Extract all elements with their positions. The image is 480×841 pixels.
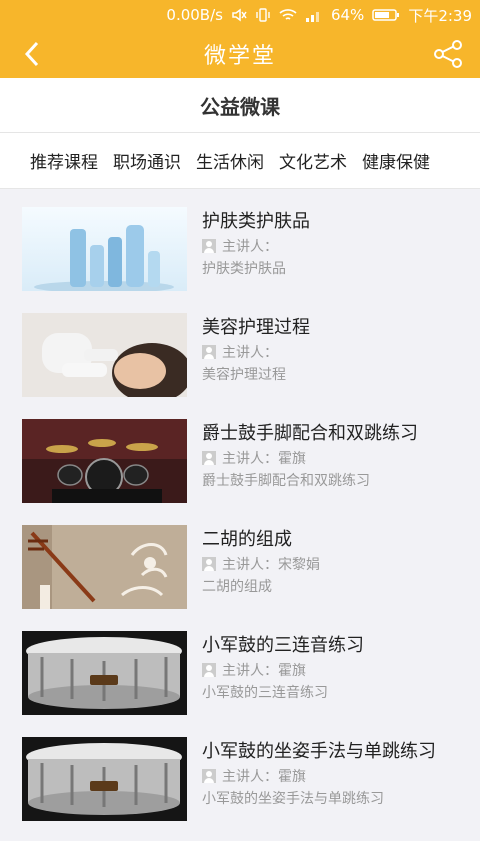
course-description: 美容护理过程 (202, 367, 286, 383)
speaker-name: 霍旗 (278, 769, 306, 785)
list-item[interactable]: 小军鼓的坐姿手法与单跳练习 主讲人： 霍旗 小军鼓的坐姿手法与单跳练习 (0, 737, 480, 841)
clock: 下午2:39 (408, 6, 472, 25)
share-icon[interactable] (428, 34, 468, 74)
vibrate-icon (255, 8, 271, 22)
chevron-left-icon[interactable] (12, 34, 52, 74)
course-info: 护肤类护肤品 主讲人： 护肤类护肤品 (202, 207, 310, 311)
course-title: 美容护理过程 (202, 317, 310, 338)
course-title: 护肤类护肤品 (202, 211, 310, 232)
course-title: 爵士鼓手脚配合和双跳练习 (202, 423, 418, 444)
course-title: 小军鼓的三连音练习 (202, 635, 364, 656)
course-speaker: 主讲人： 霍旗 (202, 448, 418, 468)
app-bar: 微学堂 (0, 30, 480, 78)
list-item[interactable]: 美容护理过程 主讲人： 美容护理过程 (0, 313, 480, 417)
course-description: 小军鼓的坐姿手法与单跳练习 (202, 791, 384, 807)
course-speaker: 主讲人： (202, 342, 310, 362)
course-speaker: 主讲人： (202, 236, 310, 256)
speaker-label: 主讲人： (222, 239, 278, 255)
speaker-name: 霍旗 (278, 663, 306, 679)
course-thumbnail (22, 313, 187, 397)
user-icon (202, 663, 216, 677)
speaker-label: 主讲人： (222, 769, 278, 785)
course-title: 小军鼓的坐姿手法与单跳练习 (202, 741, 436, 762)
course-info: 美容护理过程 主讲人： 美容护理过程 (202, 313, 310, 417)
battery-percent: 64% (330, 6, 365, 24)
network-speed: 0.00B/s (166, 6, 223, 24)
tab-recommended[interactable]: 推荐课程 (30, 148, 98, 173)
list-item[interactable]: 小军鼓的三连音练习 主讲人： 霍旗 小军鼓的三连音练习 (0, 631, 480, 735)
speaker-label: 主讲人： (222, 557, 278, 573)
list-item[interactable]: 二胡的组成 主讲人： 宋黎娟 二胡的组成 (0, 525, 480, 629)
course-speaker: 主讲人： 宋黎娟 (202, 554, 320, 574)
category-tabs: 推荐课程 职场通识 生活休闲 文化艺术 健康保健 (0, 133, 480, 189)
course-thumbnail (22, 207, 187, 291)
course-thumbnail (22, 525, 187, 609)
course-description: 护肤类护肤品 (202, 261, 286, 277)
course-thumbnail (22, 631, 187, 715)
user-icon (202, 557, 216, 571)
course-info: 二胡的组成 主讲人： 宋黎娟 二胡的组成 (202, 525, 320, 629)
course-list: 护肤类护肤品 主讲人： 护肤类护肤品 美容护理过程 主讲人： 美容护理过程 爵士… (0, 189, 480, 841)
speaker-label: 主讲人： (222, 345, 278, 361)
user-icon (202, 769, 216, 783)
course-info: 爵士鼓手脚配合和双跳练习 主讲人： 霍旗 爵士鼓手脚配合和双跳练习 (202, 419, 418, 523)
course-info: 小军鼓的坐姿手法与单跳练习 主讲人： 霍旗 小军鼓的坐姿手法与单跳练习 (202, 737, 436, 841)
course-speaker: 主讲人： 霍旗 (202, 660, 364, 680)
course-thumbnail (22, 419, 187, 503)
course-description: 二胡的组成 (202, 579, 272, 595)
page-title: 微学堂 (203, 44, 276, 69)
course-title: 二胡的组成 (202, 529, 292, 550)
tab-culture-art[interactable]: 文化艺术 (279, 148, 347, 173)
tab-leisure[interactable]: 生活休闲 (196, 148, 264, 173)
speaker-name: 宋黎娟 (278, 557, 320, 573)
speaker-name: 霍旗 (278, 451, 306, 467)
wifi-icon (279, 8, 297, 22)
user-icon (202, 451, 216, 465)
mute-icon (231, 8, 247, 22)
battery-icon (372, 8, 400, 22)
course-description: 小军鼓的三连音练习 (202, 685, 328, 701)
course-info: 小军鼓的三连音练习 主讲人： 霍旗 小军鼓的三连音练习 (202, 631, 364, 735)
speaker-label: 主讲人： (222, 663, 278, 679)
tab-workplace[interactable]: 职场通识 (113, 148, 181, 173)
course-thumbnail (22, 737, 187, 821)
section-title: 公益微课 (200, 94, 280, 119)
speaker-label: 主讲人： (222, 451, 278, 467)
tab-health[interactable]: 健康保健 (362, 148, 430, 173)
status-bar: 0.00B/s 64% 下午2:39 (0, 0, 480, 30)
course-speaker: 主讲人： 霍旗 (202, 766, 436, 786)
user-icon (202, 345, 216, 359)
user-icon (202, 239, 216, 253)
course-description: 爵士鼓手脚配合和双跳练习 (202, 473, 370, 489)
signal-icon (305, 8, 323, 22)
section-header: 公益微课 (0, 78, 480, 133)
list-item[interactable]: 爵士鼓手脚配合和双跳练习 主讲人： 霍旗 爵士鼓手脚配合和双跳练习 (0, 419, 480, 523)
list-item[interactable]: 护肤类护肤品 主讲人： 护肤类护肤品 (0, 207, 480, 311)
